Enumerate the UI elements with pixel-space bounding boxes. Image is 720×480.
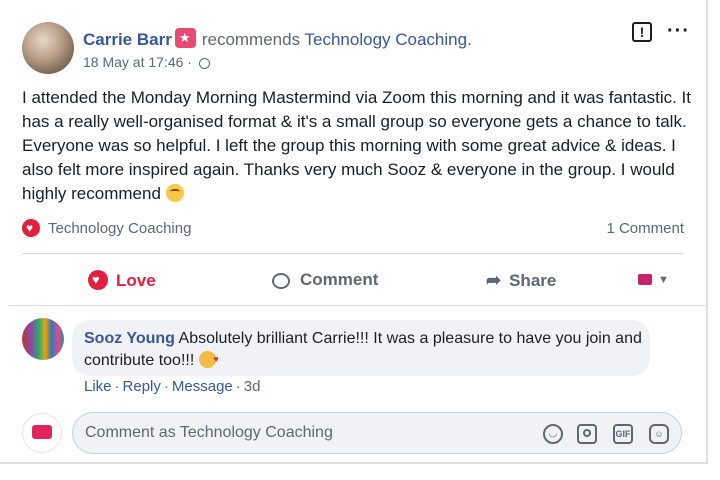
comment-placeholder: Comment as Technology Coaching: [85, 424, 333, 441]
comment-actions: Like · Reply · Message · 3d: [84, 378, 260, 395]
share-label: Share: [509, 271, 557, 290]
commenter-name[interactable]: Sooz Young: [84, 330, 175, 347]
commenter-avatar[interactable]: [22, 318, 64, 360]
comment-icon: [272, 273, 290, 289]
comment-label: Comment: [300, 270, 379, 289]
love-label: Love: [116, 271, 156, 290]
audience-flag-icon: [638, 274, 652, 285]
heart-face-emoji-icon: [198, 348, 219, 370]
separator: ·: [163, 378, 169, 395]
comment-reply-link[interactable]: Reply: [123, 378, 161, 395]
reaction-names[interactable]: Technology Coaching: [48, 220, 191, 237]
post-title-line: Carrie Barr recommends Technology Coachin…: [83, 28, 472, 50]
comment-content: Sooz Young Absolutely brilliant Carrie!!…: [84, 328, 644, 372]
page-avatar[interactable]: [22, 413, 62, 453]
more-icon[interactable]: ···: [667, 20, 690, 43]
gif-icon[interactable]: GIF: [613, 424, 633, 444]
love-button[interactable]: Love: [88, 270, 156, 291]
love-reaction-icon[interactable]: [22, 219, 40, 237]
page-link[interactable]: Technology Coaching.: [305, 30, 472, 49]
post-header: Carrie Barr recommends Technology Coachin…: [22, 20, 692, 78]
post-stats: Technology Coaching 1 Comment: [22, 218, 684, 240]
comment-like-link[interactable]: Like: [84, 378, 112, 395]
post-body-text: I attended the Monday Morning Mastermind…: [22, 88, 691, 203]
post-timestamp[interactable]: 18 May at 17:46 ·: [83, 54, 192, 70]
report-icon[interactable]: !: [632, 22, 652, 42]
emoji-icon[interactable]: ◡: [543, 424, 563, 444]
comment-bubble: Sooz Young Absolutely brilliant Carrie!!…: [72, 320, 650, 376]
post-meta: 18 May at 17:46 ·: [83, 54, 210, 70]
share-button[interactable]: ➦ Share: [486, 270, 556, 291]
share-icon: ➦: [486, 270, 502, 290]
comment-time[interactable]: 3d: [244, 378, 261, 395]
chevron-down-icon: ▼: [658, 274, 669, 286]
author-avatar[interactable]: [22, 22, 74, 74]
smiling-emoji-icon: [165, 184, 184, 202]
comment-button[interactable]: Comment: [272, 270, 378, 290]
author-name[interactable]: Carrie Barr: [83, 30, 172, 49]
divider: [8, 305, 706, 306]
post-card: Carrie Barr recommends Technology Coachin…: [0, 0, 708, 464]
globe-icon: [198, 58, 210, 69]
love-icon: [88, 270, 108, 290]
comment-input[interactable]: Comment as Technology Coaching ◡ GIF ☺: [72, 412, 682, 454]
comment-message-link[interactable]: Message: [172, 378, 233, 395]
separator: ·: [114, 378, 120, 395]
sticker-icon[interactable]: ☺: [649, 424, 669, 444]
camera-icon[interactable]: [577, 424, 597, 444]
post-actions: Love Comment ➦ Share ▼: [22, 262, 684, 300]
post-body: I attended the Monday Morning Mastermind…: [22, 86, 692, 206]
comment-count[interactable]: 1 Comment: [606, 220, 684, 237]
divider: [22, 253, 684, 254]
recommendation-badge-icon: [174, 28, 196, 48]
audience-selector[interactable]: ▼: [638, 270, 669, 290]
separator: ·: [235, 378, 241, 395]
recommends-text: recommends: [201, 30, 301, 49]
